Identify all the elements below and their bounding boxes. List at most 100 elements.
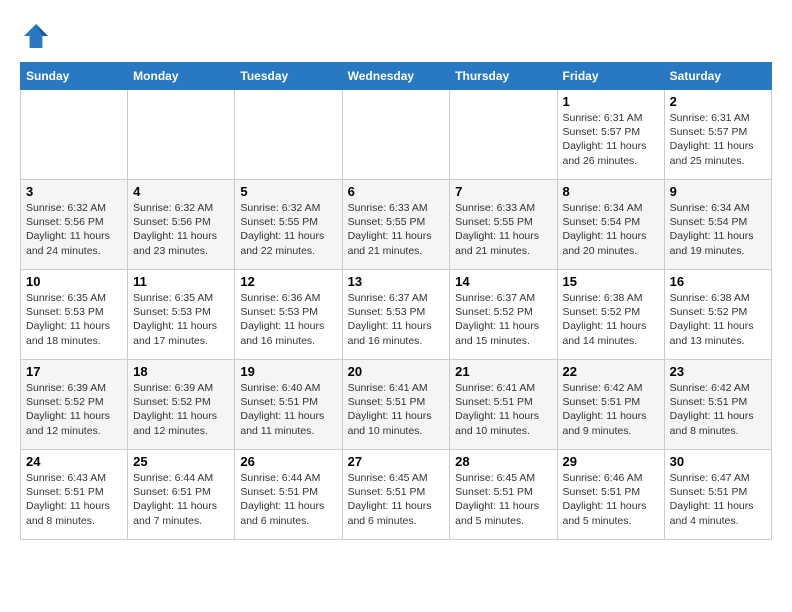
calendar: SundayMondayTuesdayWednesdayThursdayFrid…: [20, 62, 772, 540]
calendar-cell: 4 Sunrise: 6:32 AM Sunset: 5:56 PM Daylig…: [128, 180, 235, 270]
day-info: Sunrise: 6:40 AM Sunset: 5:51 PM Dayligh…: [240, 381, 336, 438]
calendar-cell: 10 Sunrise: 6:35 AM Sunset: 5:53 PM Dayli…: [21, 270, 128, 360]
day-number: 17: [26, 364, 122, 379]
day-number: 29: [563, 454, 659, 469]
day-info: Sunrise: 6:41 AM Sunset: 5:51 PM Dayligh…: [455, 381, 551, 438]
day-number: 7: [455, 184, 551, 199]
weekday-header: Monday: [128, 63, 235, 90]
calendar-cell: [21, 90, 128, 180]
day-number: 27: [348, 454, 445, 469]
calendar-cell: [342, 90, 450, 180]
day-number: 1: [563, 94, 659, 109]
weekday-header: Wednesday: [342, 63, 450, 90]
calendar-cell: 26 Sunrise: 6:44 AM Sunset: 5:51 PM Dayli…: [235, 450, 342, 540]
day-info: Sunrise: 6:44 AM Sunset: 5:51 PM Dayligh…: [240, 471, 336, 528]
weekday-header: Sunday: [21, 63, 128, 90]
calendar-cell: 30 Sunrise: 6:47 AM Sunset: 5:51 PM Dayli…: [664, 450, 771, 540]
day-info: Sunrise: 6:44 AM Sunset: 6:51 PM Dayligh…: [133, 471, 229, 528]
weekday-header: Friday: [557, 63, 664, 90]
day-number: 23: [670, 364, 766, 379]
day-number: 22: [563, 364, 659, 379]
day-number: 4: [133, 184, 229, 199]
day-info: Sunrise: 6:39 AM Sunset: 5:52 PM Dayligh…: [133, 381, 229, 438]
day-info: Sunrise: 6:32 AM Sunset: 5:56 PM Dayligh…: [133, 201, 229, 258]
day-info: Sunrise: 6:38 AM Sunset: 5:52 PM Dayligh…: [670, 291, 766, 348]
day-info: Sunrise: 6:43 AM Sunset: 5:51 PM Dayligh…: [26, 471, 122, 528]
calendar-header-row: SundayMondayTuesdayWednesdayThursdayFrid…: [21, 63, 772, 90]
calendar-cell: 15Sunrise: 6:38 AM Sunset: 5:52 PM Dayli…: [557, 270, 664, 360]
calendar-cell: 14Sunrise: 6:37 AM Sunset: 5:52 PM Dayli…: [450, 270, 557, 360]
logo: [20, 20, 56, 52]
calendar-cell: 18 Sunrise: 6:39 AM Sunset: 5:52 PM Dayli…: [128, 360, 235, 450]
day-number: 12: [240, 274, 336, 289]
calendar-cell: [450, 90, 557, 180]
calendar-cell: 9 Sunrise: 6:34 AM Sunset: 5:54 PM Daylig…: [664, 180, 771, 270]
calendar-cell: 27 Sunrise: 6:45 AM Sunset: 5:51 PM Dayli…: [342, 450, 450, 540]
calendar-cell: 17Sunrise: 6:39 AM Sunset: 5:52 PM Dayli…: [21, 360, 128, 450]
calendar-cell: 16 Sunrise: 6:38 AM Sunset: 5:52 PM Dayli…: [664, 270, 771, 360]
day-info: Sunrise: 6:31 AM Sunset: 5:57 PM Dayligh…: [563, 111, 659, 168]
day-number: 15: [563, 274, 659, 289]
day-number: 24: [26, 454, 122, 469]
day-number: 10: [26, 274, 122, 289]
calendar-cell: 19 Sunrise: 6:40 AM Sunset: 5:51 PM Dayli…: [235, 360, 342, 450]
page-header: [20, 20, 772, 52]
calendar-cell: [128, 90, 235, 180]
calendar-cell: 20 Sunrise: 6:41 AM Sunset: 5:51 PM Dayli…: [342, 360, 450, 450]
day-number: 5: [240, 184, 336, 199]
day-info: Sunrise: 6:42 AM Sunset: 5:51 PM Dayligh…: [670, 381, 766, 438]
calendar-week-row: 17 Sunrise: 6:39 AM Sunset: 5:52 PM Dayli…: [21, 360, 772, 450]
day-number: 18: [133, 364, 229, 379]
calendar-week-row: 1 Sunrise: 6:31 AM Sunset: 5:57 PM Daylig…: [21, 90, 772, 180]
calendar-cell: 11 Sunrise: 6:35 AM Sunset: 5:53 PM Dayli…: [128, 270, 235, 360]
day-number: 19: [240, 364, 336, 379]
day-number: 21: [455, 364, 551, 379]
calendar-cell: 22 Sunrise: 6:42 AM Sunset: 5:51 PM Dayli…: [557, 360, 664, 450]
day-info: Sunrise: 6:37 AM Sunset: 5:53 PM Dayligh…: [348, 291, 445, 348]
day-number: 6: [348, 184, 445, 199]
calendar-week-row: 3 Sunrise: 6:32 AM Sunset: 5:56 PM Daylig…: [21, 180, 772, 270]
calendar-cell: 3 Sunrise: 6:32 AM Sunset: 5:56 PM Daylig…: [21, 180, 128, 270]
logo-icon: [20, 20, 52, 52]
day-number: 20: [348, 364, 445, 379]
calendar-week-row: 24 Sunrise: 6:43 AM Sunset: 5:51 PM Dayli…: [21, 450, 772, 540]
calendar-cell: 28 Sunrise: 6:45 AM Sunset: 5:51 PM Dayli…: [450, 450, 557, 540]
day-info: Sunrise: 6:31 AM Sunset: 5:57 PM Dayligh…: [670, 111, 766, 168]
day-info: Sunrise: 6:33 AM Sunset: 5:55 PM Dayligh…: [348, 201, 445, 258]
day-number: 11: [133, 274, 229, 289]
calendar-cell: 8 Sunrise: 6:34 AM Sunset: 5:54 PM Daylig…: [557, 180, 664, 270]
day-info: Sunrise: 6:34 AM Sunset: 5:54 PM Dayligh…: [670, 201, 766, 258]
day-info: Sunrise: 6:35 AM Sunset: 5:53 PM Dayligh…: [26, 291, 122, 348]
day-number: 16: [670, 274, 766, 289]
day-info: Sunrise: 6:45 AM Sunset: 5:51 PM Dayligh…: [348, 471, 445, 528]
day-number: 14: [455, 274, 551, 289]
calendar-cell: 13 Sunrise: 6:37 AM Sunset: 5:53 PM Dayli…: [342, 270, 450, 360]
day-info: Sunrise: 6:35 AM Sunset: 5:53 PM Dayligh…: [133, 291, 229, 348]
calendar-cell: 5Sunrise: 6:32 AM Sunset: 5:55 PM Daylig…: [235, 180, 342, 270]
day-info: Sunrise: 6:45 AM Sunset: 5:51 PM Dayligh…: [455, 471, 551, 528]
day-info: Sunrise: 6:41 AM Sunset: 5:51 PM Dayligh…: [348, 381, 445, 438]
day-info: Sunrise: 6:33 AM Sunset: 5:55 PM Dayligh…: [455, 201, 551, 258]
day-info: Sunrise: 6:42 AM Sunset: 5:51 PM Dayligh…: [563, 381, 659, 438]
day-info: Sunrise: 6:32 AM Sunset: 5:56 PM Dayligh…: [26, 201, 122, 258]
day-number: 3: [26, 184, 122, 199]
day-number: 9: [670, 184, 766, 199]
day-info: Sunrise: 6:34 AM Sunset: 5:54 PM Dayligh…: [563, 201, 659, 258]
day-number: 8: [563, 184, 659, 199]
calendar-cell: [235, 90, 342, 180]
day-number: 26: [240, 454, 336, 469]
calendar-cell: 24 Sunrise: 6:43 AM Sunset: 5:51 PM Dayli…: [21, 450, 128, 540]
day-number: 13: [348, 274, 445, 289]
day-info: Sunrise: 6:46 AM Sunset: 5:51 PM Dayligh…: [563, 471, 659, 528]
day-info: Sunrise: 6:47 AM Sunset: 5:51 PM Dayligh…: [670, 471, 766, 528]
day-number: 28: [455, 454, 551, 469]
day-number: 30: [670, 454, 766, 469]
day-info: Sunrise: 6:36 AM Sunset: 5:53 PM Dayligh…: [240, 291, 336, 348]
calendar-cell: 2 Sunrise: 6:31 AM Sunset: 5:57 PM Daylig…: [664, 90, 771, 180]
day-number: 2: [670, 94, 766, 109]
calendar-cell: 6 Sunrise: 6:33 AM Sunset: 5:55 PM Daylig…: [342, 180, 450, 270]
calendar-cell: 12 Sunrise: 6:36 AM Sunset: 5:53 PM Dayli…: [235, 270, 342, 360]
calendar-cell: 1 Sunrise: 6:31 AM Sunset: 5:57 PM Daylig…: [557, 90, 664, 180]
calendar-week-row: 10 Sunrise: 6:35 AM Sunset: 5:53 PM Dayli…: [21, 270, 772, 360]
calendar-cell: 29 Sunrise: 6:46 AM Sunset: 5:51 PM Dayli…: [557, 450, 664, 540]
